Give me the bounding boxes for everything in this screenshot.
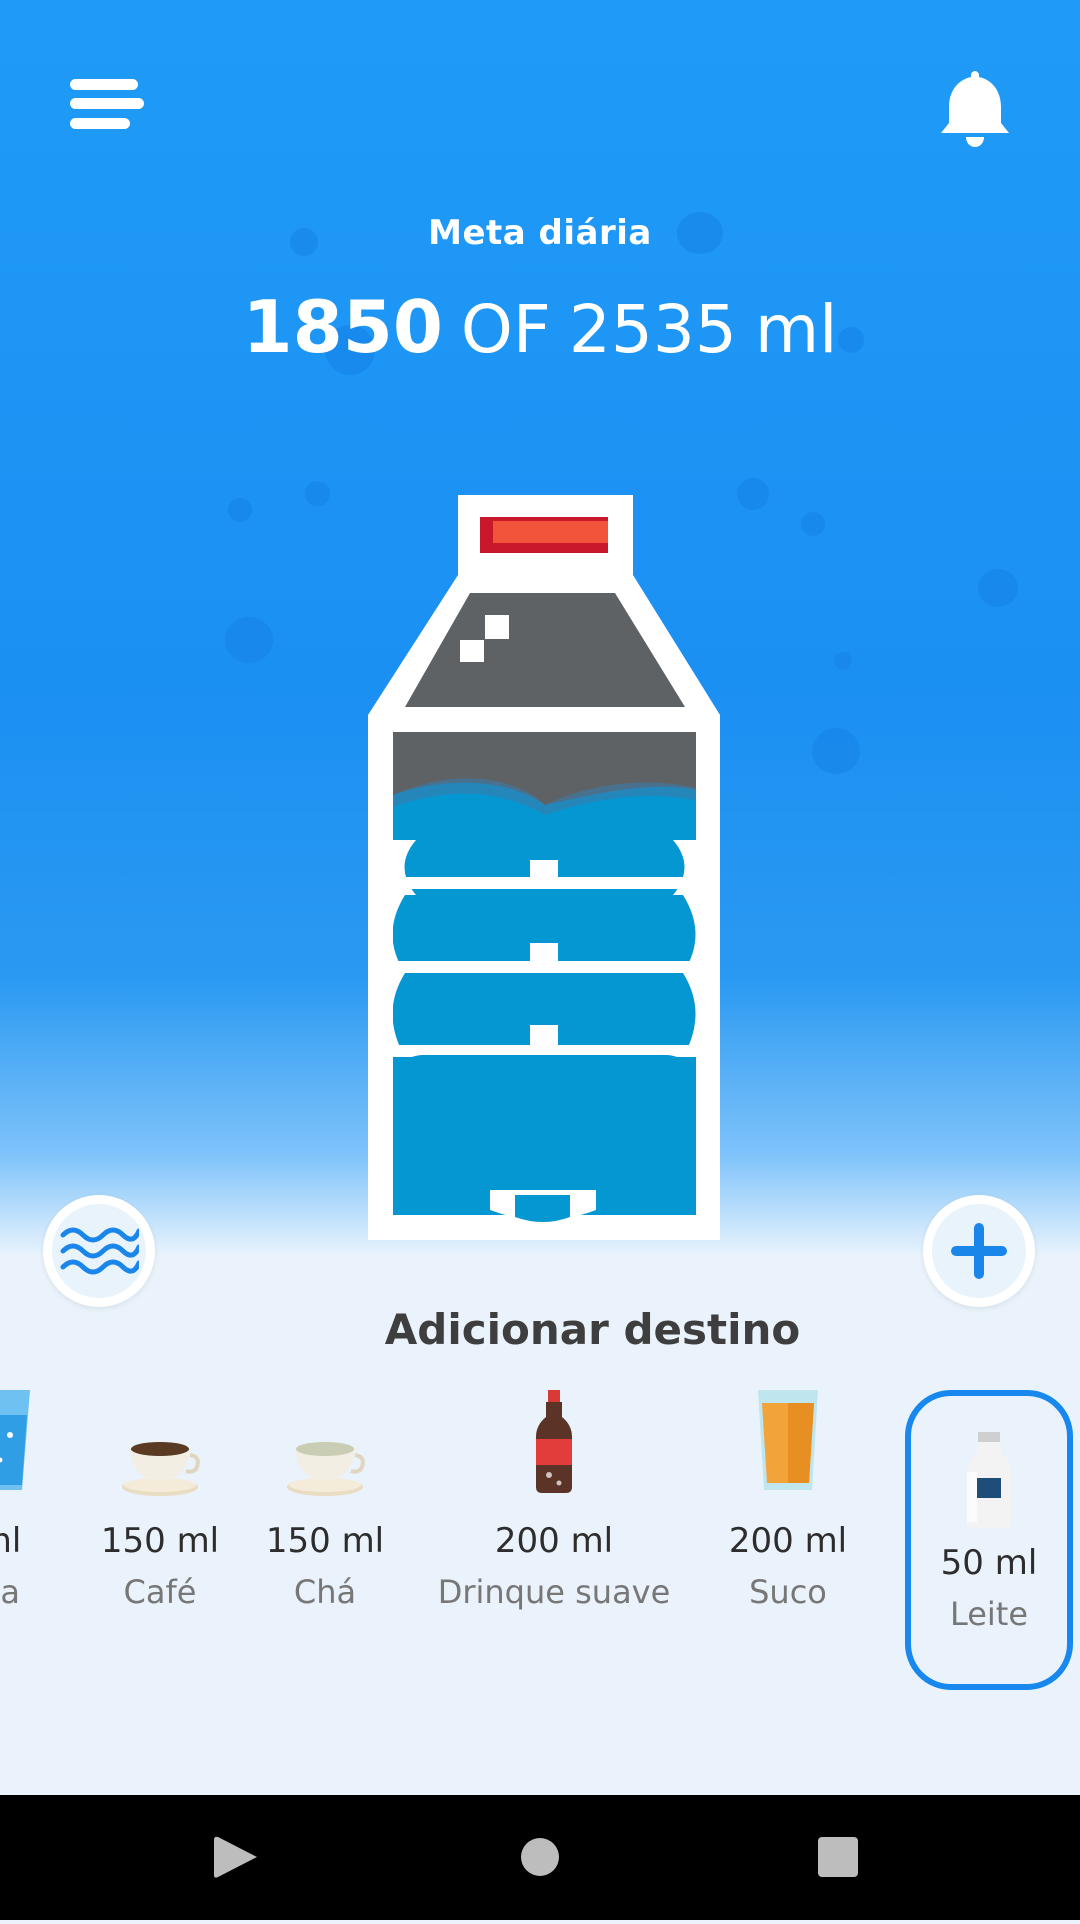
drink-amount: 150 ml — [265, 1521, 385, 1561]
home-icon[interactable] — [521, 1838, 559, 1876]
bubble — [228, 498, 252, 522]
drink-option-soda[interactable]: 200 ml Drinque suave — [429, 1375, 679, 1611]
bubble — [737, 478, 769, 510]
of-label: OF — [460, 291, 551, 368]
bell-icon[interactable] — [935, 65, 1015, 150]
bubble — [978, 569, 1018, 607]
drink-option-milk[interactable]: 50 ml Leite — [905, 1390, 1073, 1690]
bubble — [812, 728, 860, 774]
drink-name: Suco — [749, 1573, 827, 1611]
water-bottle-progress — [360, 495, 725, 1240]
waves-button[interactable] — [43, 1195, 155, 1307]
drink-name: Drinque suave — [437, 1573, 671, 1611]
system-nav-bar — [0, 1795, 1080, 1920]
target-amount: 2535 — [568, 291, 737, 368]
drink-amount: 200 ml — [728, 1521, 848, 1561]
drink-amount: 50 ml — [940, 1543, 1038, 1583]
drink-option-juice[interactable]: 200 ml Suco — [688, 1375, 888, 1611]
hero-background: Meta diária 1850 OF 2535 ml — [0, 0, 1080, 1255]
waves-icon — [60, 1227, 139, 1275]
soda-bottle-icon — [536, 1390, 572, 1493]
drink-option-tea[interactable]: 150 ml Chá — [225, 1375, 425, 1611]
tea-cup-icon — [287, 1442, 365, 1496]
bubble — [801, 512, 825, 536]
panel-title: Adicionar destino — [384, 1305, 801, 1354]
drink-name: Chá — [293, 1573, 357, 1611]
goal-amount: 1850 OF 2535 ml — [0, 285, 1080, 369]
milk-bottle-icon — [967, 1432, 1011, 1528]
bubble — [305, 481, 330, 506]
unit-label: ml — [754, 291, 838, 368]
bubble — [834, 652, 852, 670]
bubble — [225, 617, 273, 663]
goal-label: Meta diária — [428, 213, 652, 253]
drink-name: Leite — [949, 1595, 1029, 1633]
consumed-amount: 1850 — [242, 285, 443, 369]
menu-icon[interactable] — [60, 70, 150, 140]
back-icon[interactable] — [214, 1836, 257, 1878]
add-button[interactable] — [923, 1195, 1035, 1307]
plus-icon — [951, 1223, 1007, 1279]
drink-amount: 200 ml — [494, 1521, 614, 1561]
juice-glass-icon — [758, 1390, 818, 1490]
recents-icon[interactable] — [818, 1837, 858, 1877]
